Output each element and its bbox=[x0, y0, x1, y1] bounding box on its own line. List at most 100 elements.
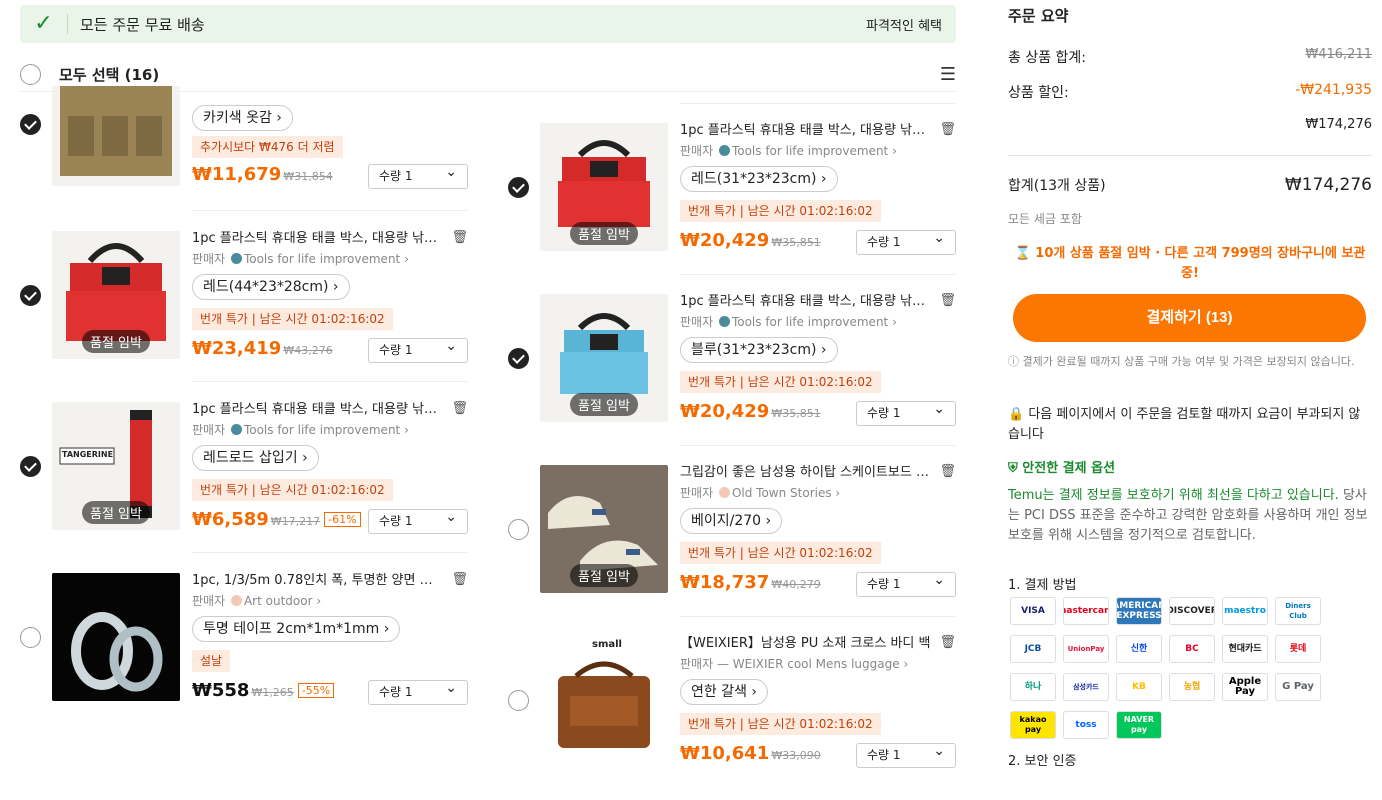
variant-selector[interactable]: 블루(31*23*23cm) › bbox=[680, 337, 838, 363]
item-checkbox[interactable] bbox=[20, 114, 41, 135]
jcb-icon: JCB bbox=[1010, 635, 1056, 663]
item-price: ₩558 bbox=[192, 680, 250, 701]
seller-avatar-icon bbox=[718, 145, 730, 156]
item-checkbox[interactable] bbox=[508, 690, 529, 711]
promo-tag: 추가시보다 ₩476 더 저렴 bbox=[192, 136, 343, 158]
product-image-pouch[interactable] bbox=[52, 86, 180, 186]
variant-selector[interactable]: 레드(44*23*28cm) › bbox=[192, 274, 350, 300]
trash-icon[interactable]: 🗑 bbox=[939, 635, 956, 650]
low-stock-badge: 품절 임박 bbox=[570, 393, 638, 416]
maestro-icon: maestro bbox=[1222, 597, 1268, 625]
quantity-select[interactable]: 수량 1 bbox=[368, 506, 468, 534]
trash-icon[interactable]: 🗑 bbox=[451, 230, 468, 245]
security-cert-heading: 2. 보안 인증 bbox=[1008, 754, 1077, 769]
flash-deal-tag: 번개 특가 | 남은 시간 01:02:16:02 bbox=[192, 308, 393, 330]
apple-pay-icon: Apple Pay bbox=[1222, 673, 1268, 701]
variant-selector[interactable]: 레드(31*23*23cm) › bbox=[680, 166, 838, 192]
mastercard-icon: mastercard bbox=[1063, 597, 1109, 625]
item-title[interactable]: 1pc 플라스틱 휴대용 태클 박스, 대용량 낚시 도구 상자 bbox=[680, 122, 932, 140]
product-image-tape[interactable] bbox=[52, 573, 180, 701]
item-checkbox[interactable] bbox=[20, 456, 41, 477]
hana-card-icon: 하나 bbox=[1010, 673, 1056, 701]
seller-avatar-icon bbox=[230, 253, 242, 264]
original-price: ₩35,851 bbox=[771, 407, 821, 420]
item-checkbox[interactable] bbox=[20, 627, 41, 648]
original-price: ₩40,279 bbox=[771, 578, 821, 591]
seller-avatar-icon bbox=[718, 316, 730, 327]
trash-icon[interactable]: 🗑 bbox=[939, 464, 956, 479]
seller-link[interactable]: 판매자 Art outdoor › bbox=[192, 592, 468, 610]
quantity-select[interactable]: 수량 1 bbox=[368, 161, 468, 189]
quantity-select[interactable]: 수량 1 bbox=[856, 227, 956, 255]
item-title[interactable]: 1pc 플라스틱 휴대용 태클 박스, 대용량 낚시 도구 상자 bbox=[192, 230, 444, 248]
item-title[interactable]: 1pc, 1/3/5m 0.78인치 폭, 투명한 양면 나노 테이프 bbox=[192, 572, 444, 590]
seller-avatar-icon bbox=[230, 424, 242, 435]
item-checkbox[interactable] bbox=[508, 348, 529, 369]
product-image-tackle-box-blue[interactable]: 품절 임박 bbox=[540, 294, 668, 422]
kb-card-icon: KB bbox=[1116, 673, 1162, 701]
seller-link[interactable]: 판매자 Tools for life improvement › bbox=[192, 250, 468, 268]
no-charge-note: 🔒 다음 페이지에서 이 주문을 검토할 때까지 요금이 부과되지 않습니다 bbox=[1008, 407, 1361, 442]
trash-icon[interactable]: 🗑 bbox=[451, 401, 468, 416]
quantity-select[interactable]: 수량 1 bbox=[368, 335, 468, 363]
variant-selector[interactable]: 투명 테이프 2cm*1m*1mm › bbox=[192, 616, 401, 642]
item-price: ₩18,737 bbox=[680, 572, 770, 593]
product-image-bag[interactable]: small bbox=[540, 636, 668, 764]
amex-icon: AMERICAN EXPRESS bbox=[1116, 597, 1162, 625]
trash-icon[interactable]: 🗑 bbox=[939, 122, 956, 137]
checkout-button[interactable]: 결제하기 (13) bbox=[1013, 294, 1366, 342]
item-checkbox[interactable] bbox=[508, 177, 529, 198]
quantity-select[interactable]: 수량 1 bbox=[856, 569, 956, 597]
select-all-checkbox[interactable] bbox=[20, 64, 41, 85]
seller-link[interactable]: 판매자 Tools for life improvement › bbox=[680, 313, 956, 331]
low-stock-badge: 품절 임박 bbox=[570, 564, 638, 587]
trash-icon[interactable]: 🗑 bbox=[939, 293, 956, 308]
product-image-sneakers[interactable]: 품절 임박 bbox=[540, 465, 668, 593]
order-summary: 주문 요약 총 상품 합계: ₩416,211 상품 할인: -₩241,935 ₩… bbox=[1008, 0, 1372, 778]
seller-link[interactable]: 판매자 Old Town Stories › bbox=[680, 484, 956, 502]
nh-card-icon: 농협 bbox=[1169, 673, 1215, 701]
quantity-select[interactable]: 수량 1 bbox=[368, 677, 468, 705]
cart-item: 품절 임박 1pc 플라스틱 휴대용 태클 박스, 대용량 낚시 도구 상자 🗑… bbox=[508, 122, 956, 287]
item-title[interactable]: 그립감이 좋은 남성용 하이탑 스케이트보드 신발 bbox=[680, 464, 932, 482]
subtotal-row: 총 상품 합계: ₩416,211 bbox=[1008, 47, 1372, 66]
list-menu-icon[interactable]: ☰ bbox=[940, 64, 956, 85]
variant-selector[interactable]: 레드로드 삽입기 › bbox=[192, 445, 319, 471]
low-stock-warning: ⌛ 10개 상품 품절 임박 · 다른 고객 799명의 장바구니에 보관중! bbox=[1014, 246, 1366, 281]
item-checkbox[interactable] bbox=[20, 285, 41, 306]
seller-avatar-icon bbox=[230, 595, 242, 606]
variant-selector[interactable]: 연한 갈색 › bbox=[680, 679, 769, 705]
seller-link[interactable]: 판매자 Tools for life improvement › bbox=[680, 142, 956, 160]
product-image-rod-holder[interactable]: TANGERINE 품절 임박 bbox=[52, 402, 180, 530]
product-image-tackle-box[interactable]: 품절 임박 bbox=[52, 231, 180, 359]
unionpay-icon: UnionPay bbox=[1063, 635, 1109, 663]
original-price: ₩31,854 bbox=[283, 170, 333, 183]
kakao-pay-icon: kakao pay bbox=[1010, 711, 1056, 739]
product-image-tackle-box[interactable]: 품절 임박 bbox=[540, 123, 668, 251]
trash-icon[interactable]: 🗑 bbox=[451, 572, 468, 587]
check-icon: ✓ bbox=[20, 13, 68, 35]
bc-card-icon: BC bbox=[1169, 635, 1215, 663]
variant-selector[interactable]: 베이지/270 › bbox=[680, 508, 783, 534]
item-price: ₩20,429 bbox=[680, 230, 770, 251]
discount-badge: -61% bbox=[324, 512, 361, 527]
item-title[interactable]: 1pc 플라스틱 휴대용 태클 박스, 대용량 낚시 도구 상자 bbox=[680, 293, 932, 311]
seller-link[interactable]: 판매자 — WEIXIER cool Mens luggage › bbox=[680, 655, 956, 673]
samsung-card-icon: 삼성카드 bbox=[1063, 673, 1109, 701]
seller-avatar-icon bbox=[718, 487, 730, 498]
hyundai-card-icon: 현대카드 bbox=[1222, 635, 1268, 663]
discount-row: 상품 할인: -₩241,935 bbox=[1008, 82, 1372, 101]
shinhan-card-icon: 신한 bbox=[1116, 635, 1162, 663]
banner-deals-link[interactable]: 파격적인 혜택 bbox=[866, 15, 942, 34]
item-checkbox[interactable] bbox=[508, 519, 529, 540]
item-title[interactable]: 【WEIXIER】남성용 PU 소재 크로스 바디 백 bbox=[680, 635, 932, 653]
google-pay-icon: G Pay bbox=[1275, 673, 1321, 701]
seller-link[interactable]: 판매자 Tools for life improvement › bbox=[192, 421, 468, 439]
flash-deal-tag: 번개 특가 | 남은 시간 01:02:16:02 bbox=[680, 371, 881, 393]
free-shipping-banner: ✓ 모든 주문 무료 배송 파격적인 혜택 bbox=[20, 5, 956, 43]
variant-selector[interactable]: 카키색 옷감 › bbox=[192, 105, 293, 131]
quantity-select[interactable]: 수량 1 bbox=[856, 398, 956, 426]
item-title[interactable]: 1pc 플라스틱 휴대용 태클 박스, 대용량 낚시 도구 상자 bbox=[192, 401, 444, 419]
promo-tag: 설날 bbox=[192, 650, 231, 672]
quantity-select[interactable]: 수량 1 bbox=[856, 740, 956, 768]
